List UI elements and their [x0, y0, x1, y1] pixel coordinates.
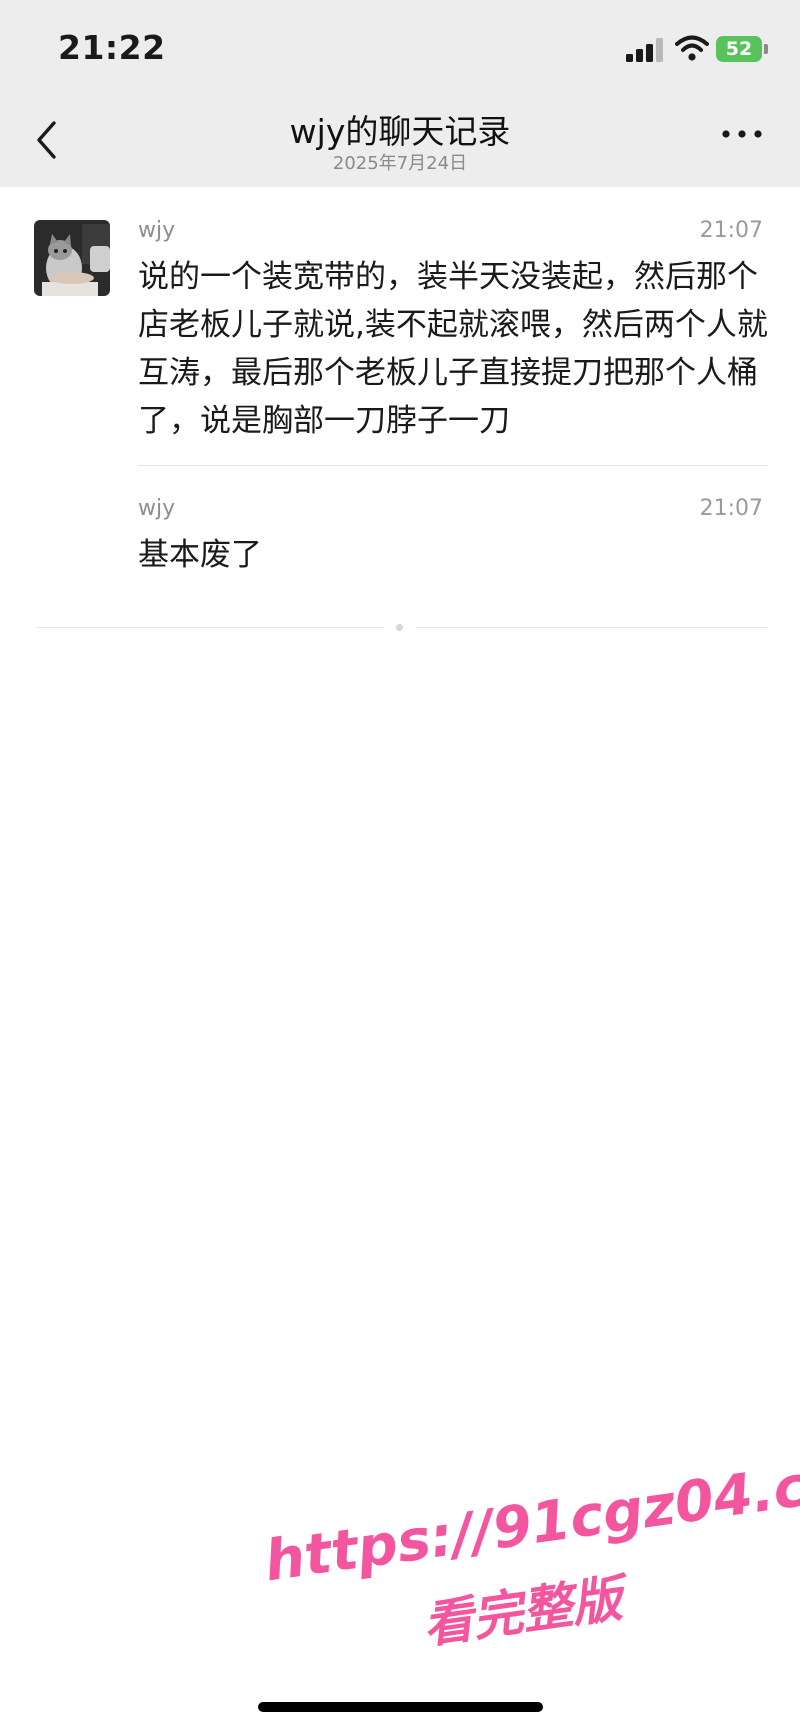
wifi-icon	[675, 35, 709, 61]
message-sender: wjy	[138, 496, 176, 521]
watermark-caption: 看完整版	[419, 1569, 626, 1655]
battery-cap	[764, 44, 768, 54]
message-divider	[138, 465, 768, 466]
message-time: 21:07	[699, 218, 763, 243]
avatar-cat-image	[34, 220, 110, 296]
page-subtitle-date: 2025年7月24日	[332, 153, 468, 174]
page-title: wjy的聊天记录	[289, 112, 511, 151]
message-time: 21:07	[699, 496, 763, 521]
end-divider-left	[36, 627, 384, 628]
message-sender: wjy	[138, 218, 176, 243]
cellular-signal-icon	[626, 38, 666, 62]
status-time: 21:22	[58, 28, 166, 67]
message-text: 基本废了	[138, 537, 262, 573]
more-dots-icon[interactable]	[720, 122, 764, 146]
battery-icon: 52	[716, 36, 762, 62]
message-text: 说的一个装宽带的，装半天没装起，然后那个店老板儿子就说,装不起就滚喂，然后两个人…	[138, 259, 768, 439]
battery-level: 52	[725, 38, 753, 60]
status-bar: 21:22 52	[0, 0, 800, 95]
end-divider-dot	[396, 624, 403, 631]
home-indicator[interactable]	[258, 1702, 543, 1712]
end-divider-right	[416, 627, 768, 628]
avatar[interactable]	[34, 220, 110, 296]
